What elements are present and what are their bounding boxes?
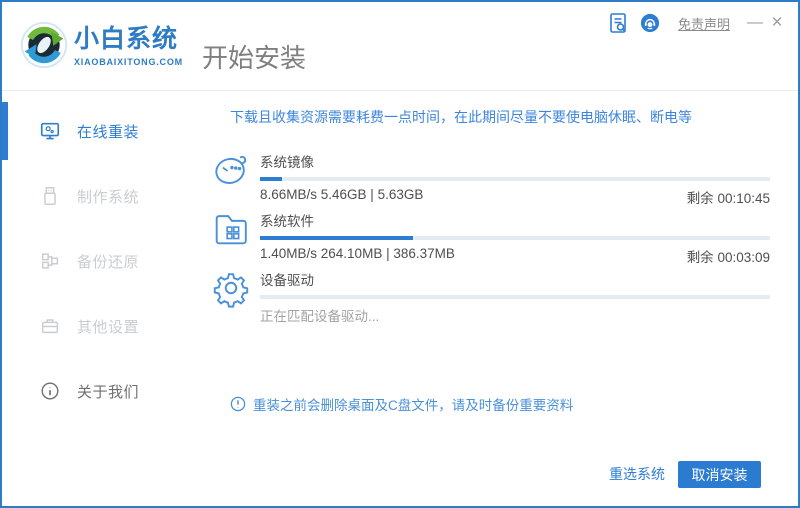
mascot-face-icon xyxy=(210,149,252,191)
exclamation-circle-icon xyxy=(230,396,246,412)
sidebar-item-make-system[interactable]: 制作系统 xyxy=(2,164,202,228)
sidebar-item-label: 关于我们 xyxy=(77,383,140,401)
toolbox-icon xyxy=(39,315,61,337)
progress-bar xyxy=(260,177,770,181)
task-stats: 8.66MB/s 5.46GB | 5.63GB xyxy=(260,187,424,202)
info-circle-icon xyxy=(39,380,61,402)
sidebar-item-online-reinstall[interactable]: 在线重装 xyxy=(2,99,202,163)
minimize-button[interactable]: — xyxy=(744,12,766,34)
disclaimer-link[interactable]: 免责声明 xyxy=(678,14,730,33)
progress-bar xyxy=(260,236,770,240)
brand-name: 小白系统 xyxy=(74,25,179,53)
task-name: 系统镜像 xyxy=(260,155,314,170)
header: 小白系统 XIAOBAIXITONG.COM 开始安装 免责声明 — × xyxy=(2,2,798,91)
folder-apps-icon xyxy=(210,208,252,250)
task-remaining: 剩余 00:03:09 xyxy=(686,250,770,265)
customer-support-icon[interactable] xyxy=(640,12,660,34)
log-viewer-icon[interactable] xyxy=(608,12,628,34)
task-stats: 1.40MB/s 264.10MB | 386.37MB xyxy=(260,246,455,261)
progress-bar xyxy=(260,295,770,299)
sidebar-item-label: 其他设置 xyxy=(77,318,140,336)
sidebar-item-label: 制作系统 xyxy=(77,188,140,206)
header-controls: 免责声明 — × xyxy=(608,11,788,35)
download-notice: 下载且收集资源需要耗费一点时间，在此期间尽量不要使电脑休眠、断电等 xyxy=(230,109,692,125)
task-name: 设备驱动 xyxy=(260,273,314,288)
task-row-system-image: 系统镜像 8.66MB/s 5.46GB | 5.63GB 剩余 00:10:4… xyxy=(202,147,782,206)
sidebar: 在线重装 制作系统 备份还原 其他设置 关于我们 xyxy=(2,91,202,506)
sidebar-item-label: 备份还原 xyxy=(77,253,140,271)
sidebar-item-about-us[interactable]: 关于我们 xyxy=(2,359,202,423)
brand-domain: XIAOBAIXITONG.COM xyxy=(74,57,183,67)
monitor-icon xyxy=(39,120,61,142)
sidebar-item-other-settings[interactable]: 其他设置 xyxy=(2,294,202,358)
app-window: 小白系统 XIAOBAIXITONG.COM 开始安装 免责声明 — × 在线重… xyxy=(0,0,800,508)
progress-fill xyxy=(260,177,282,181)
gear-icon xyxy=(210,267,252,309)
task-name: 系统软件 xyxy=(260,214,314,229)
task-row-system-software: 系统软件 1.40MB/s 264.10MB | 386.37MB 剩余 00:… xyxy=(202,206,782,265)
cancel-install-button[interactable]: 取消安装 xyxy=(678,461,761,488)
page-title: 开始安装 xyxy=(202,43,307,73)
sidebar-item-backup-restore[interactable]: 备份还原 xyxy=(2,229,202,293)
task-remaining: 剩余 00:10:45 xyxy=(686,191,770,206)
backup-note-text: 重装之前会删除桌面及C盘文件，请及时备份重要资料 xyxy=(253,398,574,413)
close-button[interactable]: × xyxy=(766,12,788,34)
backup-note: 重装之前会删除桌面及C盘文件，请及时备份重要资料 xyxy=(230,394,573,414)
progress-fill xyxy=(260,236,413,240)
usb-drive-icon xyxy=(39,185,61,207)
reselect-system-button[interactable]: 重选系统 xyxy=(609,464,665,484)
sidebar-item-label: 在线重装 xyxy=(77,123,140,141)
brand-logo-icon xyxy=(20,21,68,69)
task-status: 正在匹配设备驱动... xyxy=(260,309,380,324)
backup-blocks-icon xyxy=(39,250,61,272)
brand-block: 小白系统 XIAOBAIXITONG.COM xyxy=(74,24,183,67)
task-row-device-driver: 设备驱动 正在匹配设备驱动... xyxy=(202,265,782,324)
